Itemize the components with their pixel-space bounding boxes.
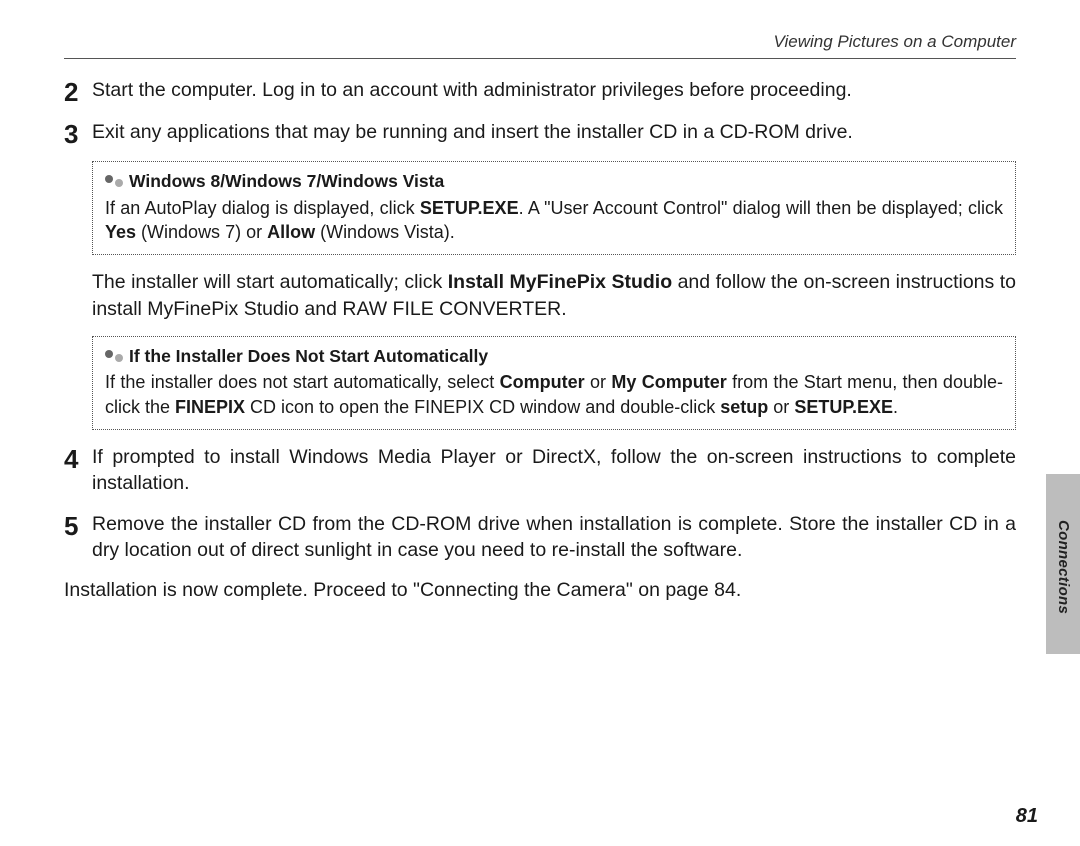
note-body: If the installer does not start automati… — [105, 370, 1003, 419]
bold: SETUP.EXE — [794, 397, 893, 417]
section-label: Connections — [1055, 520, 1072, 614]
text: (Windows 7) or — [136, 222, 267, 242]
bold: setup — [720, 397, 768, 417]
note-title: If the Installer Does Not Start Automati… — [105, 345, 1003, 369]
step-number: 4 — [64, 444, 92, 472]
step-3: 3 Exit any applications that may be runn… — [64, 119, 1016, 147]
text: The installer will start automatically; … — [92, 271, 448, 293]
note-box-installer-not-start: If the Installer Does Not Start Automati… — [92, 336, 1016, 430]
page-number: 81 — [1016, 805, 1038, 828]
text: (Windows Vista). — [315, 222, 455, 242]
text: or — [585, 372, 612, 392]
text: or — [768, 397, 794, 417]
bold: My Computer — [611, 372, 726, 392]
bold: Yes — [105, 222, 136, 242]
bold: Computer — [500, 372, 585, 392]
step-5: 5 Remove the installer CD from the CD-RO… — [64, 511, 1016, 564]
tip-icon — [105, 350, 125, 364]
text: . — [893, 397, 898, 417]
step-text: Remove the installer CD from the CD-ROM … — [92, 511, 1016, 564]
step-2: 2 Start the computer. Log in to an accou… — [64, 77, 1016, 105]
bold: Install MyFinePix Studio — [448, 271, 672, 293]
bold: Allow — [267, 222, 315, 242]
install-paragraph: The installer will start automatically; … — [92, 269, 1016, 322]
step-4: 4 If prompted to install Windows Media P… — [64, 444, 1016, 497]
step-number: 3 — [64, 119, 92, 147]
bold: SETUP.EXE — [420, 198, 519, 218]
step-number: 2 — [64, 77, 92, 105]
manual-page: Viewing Pictures on a Computer 2 Start t… — [0, 0, 1080, 604]
running-header: Viewing Pictures on a Computer — [64, 32, 1016, 59]
note-title-text: Windows 8/Windows 7/Windows Vista — [129, 170, 444, 194]
tip-icon — [105, 175, 125, 189]
note-box-windows-versions: Windows 8/Windows 7/Windows Vista If an … — [92, 161, 1016, 255]
text: CD icon to open the FINEPIX CD window an… — [245, 397, 720, 417]
note-title: Windows 8/Windows 7/Windows Vista — [105, 170, 1003, 194]
step-number: 5 — [64, 511, 92, 539]
text: . A "User Account Control" dialog will t… — [519, 198, 1003, 218]
step-text: Exit any applications that may be runnin… — [92, 119, 1016, 145]
text: If an AutoPlay dialog is displayed, clic… — [105, 198, 420, 218]
note-body: If an AutoPlay dialog is displayed, clic… — [105, 196, 1003, 245]
closing-paragraph: Installation is now complete. Proceed to… — [64, 577, 1016, 603]
text: If the installer does not start automati… — [105, 372, 500, 392]
note-title-text: If the Installer Does Not Start Automati… — [129, 345, 488, 369]
bold: FINEPIX — [175, 397, 245, 417]
step-text: If prompted to install Windows Media Pla… — [92, 444, 1016, 497]
step-text: Start the computer. Log in to an account… — [92, 77, 1016, 103]
